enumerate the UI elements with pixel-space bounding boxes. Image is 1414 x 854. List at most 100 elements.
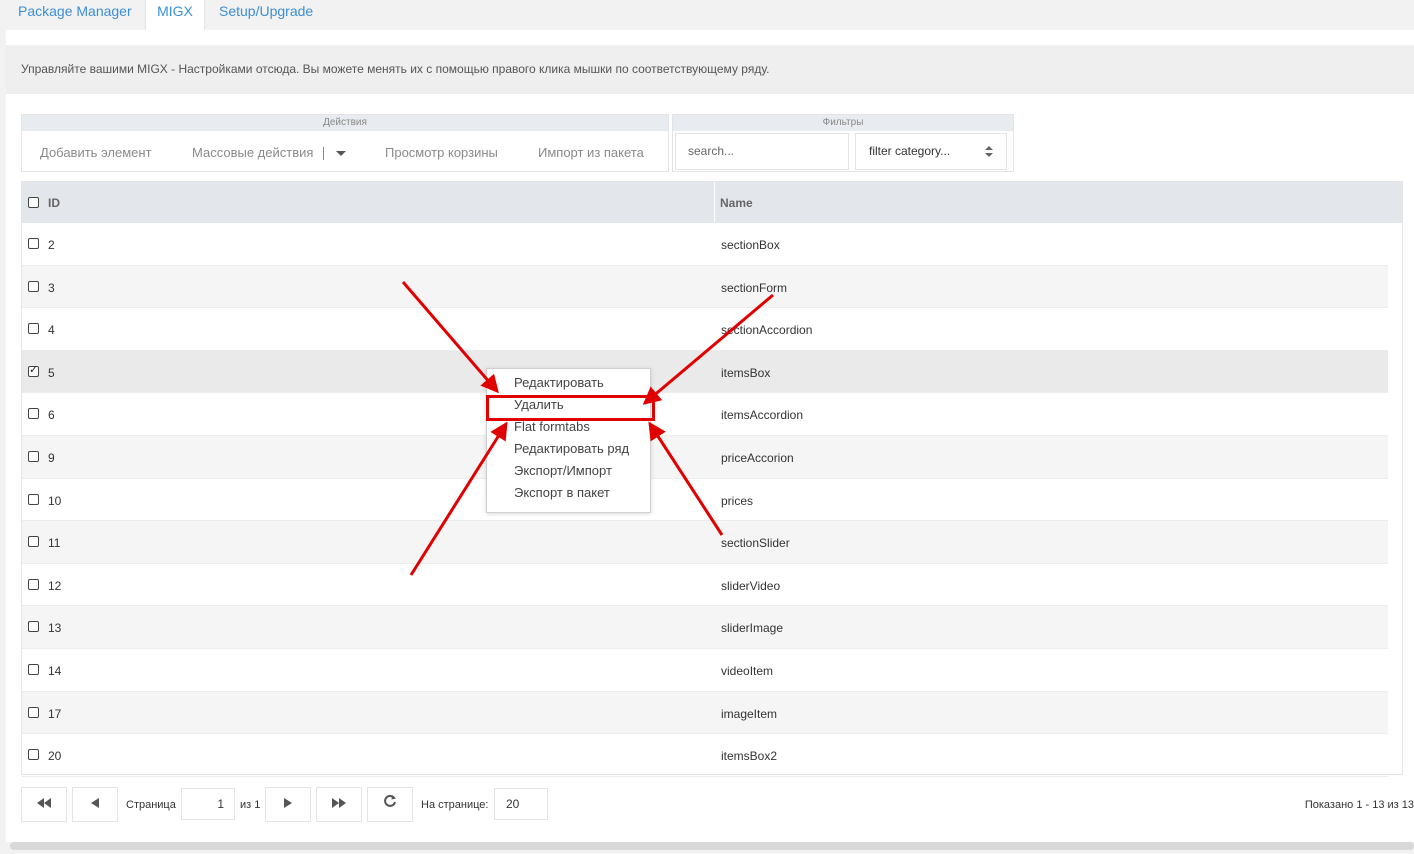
table-row[interactable]: 4 sectionAccordion: [22, 308, 1388, 351]
per-page-label: На странице:: [421, 799, 489, 811]
row-checkbox[interactable]: [28, 663, 39, 675]
cell-id: 4: [48, 323, 55, 338]
last-page-button[interactable]: [316, 787, 362, 822]
tab-bar: Package Manager MIGX Setup/Upgrade: [0, 0, 1414, 31]
last-page-icon: [332, 798, 346, 808]
category-filter-select[interactable]: filter category...: [855, 133, 1007, 170]
cell-id: 3: [48, 280, 55, 295]
cell-name: imageItem: [721, 706, 778, 721]
row-checkbox[interactable]: [28, 536, 39, 548]
page-count-label: из 1: [240, 799, 261, 811]
menu-item-export-package[interactable]: Экспорт в пакет: [487, 484, 650, 506]
select-arrows-icon: [984, 146, 994, 158]
table-row[interactable]: 5 itemsBox: [22, 350, 1388, 394]
row-checkbox[interactable]: [28, 493, 39, 505]
prev-page-icon: [91, 798, 99, 808]
cell-id: 5: [48, 365, 55, 380]
cell-name: itemsAccordion: [721, 408, 804, 423]
chevron-down-icon[interactable]: [336, 151, 347, 157]
cell-name: sectionSlider: [721, 536, 790, 551]
cell-name: sliderImage: [721, 621, 784, 636]
page-horizontal-scrollbar[interactable]: [10, 842, 1414, 850]
row-checkbox[interactable]: [28, 363, 39, 377]
bulk-actions-divider: [323, 147, 325, 161]
refresh-icon: [384, 794, 396, 807]
bulk-actions-button[interactable]: Массовые действия: [192, 145, 347, 161]
cell-name: sectionForm: [721, 280, 788, 295]
column-header-id[interactable]: ID: [48, 196, 60, 210]
next-page-button[interactable]: [265, 787, 311, 822]
menu-item-flat-formtabs[interactable]: Flat formtabs: [487, 418, 650, 440]
table-row[interactable]: 17 imageItem: [22, 691, 1388, 735]
table-row[interactable]: 12 sliderVideo: [22, 564, 1388, 607]
row-checkbox[interactable]: [28, 749, 39, 761]
cell-id: 9: [48, 450, 55, 465]
prev-page-button[interactable]: [72, 787, 118, 822]
menu-item-edit-row[interactable]: Редактировать ряд: [487, 440, 650, 462]
cell-id: 6: [48, 408, 55, 423]
row-context-menu: Редактировать Удалить Flat formtabs Реда…: [486, 368, 651, 513]
menu-item-edit[interactable]: Редактировать: [487, 374, 650, 396]
actions-header: Действия: [22, 115, 668, 131]
column-header-name[interactable]: Name: [720, 196, 753, 210]
cell-id: 11: [48, 536, 61, 551]
select-all-checkbox[interactable]: [28, 197, 39, 208]
table-row[interactable]: 3 sectionForm: [22, 265, 1388, 309]
cell-name: prices: [721, 493, 754, 508]
table-row[interactable]: 6 itemsAccordion: [22, 393, 1388, 436]
filters-group: Фильтры search... filter category...: [672, 114, 1014, 172]
table-row[interactable]: 10 prices: [22, 479, 1388, 522]
next-page-icon: [284, 798, 292, 808]
bulk-actions-label: Массовые действия: [192, 145, 314, 160]
table-row[interactable]: 2 sectionBox: [22, 223, 1388, 266]
page-number-input[interactable]: 1: [181, 788, 235, 820]
tab-package-manager[interactable]: Package Manager: [18, 0, 132, 30]
tab-migx[interactable]: MIGX: [145, 0, 205, 31]
paging-summary: Показано 1 - 13 из 13: [1304, 799, 1414, 811]
per-page-input[interactable]: 20: [494, 788, 548, 820]
menu-item-export-import[interactable]: Экспорт/Импорт: [487, 462, 650, 484]
cell-id: 20: [48, 749, 62, 764]
row-checkbox[interactable]: [28, 408, 39, 420]
cell-name: priceAccorion: [721, 450, 794, 465]
table-row[interactable]: 11 sectionSlider: [22, 521, 1388, 564]
refresh-button[interactable]: [367, 787, 413, 822]
filters-header: Фильтры: [673, 115, 1013, 131]
table-row[interactable]: 20 itemsBox2: [22, 734, 1388, 777]
cell-name: sliderVideo: [721, 578, 781, 593]
table-row[interactable]: 13 sliderImage: [22, 606, 1388, 649]
search-input[interactable]: search...: [675, 133, 849, 170]
cell-name: itemsBox: [721, 365, 771, 380]
row-checkbox[interactable]: [28, 280, 39, 292]
add-element-button[interactable]: Добавить элемент: [40, 145, 152, 160]
cell-name: videoItem: [721, 663, 774, 678]
first-page-icon: [37, 798, 51, 808]
cell-id: 12: [48, 578, 62, 593]
table-row[interactable]: 14 videoItem: [22, 649, 1388, 692]
row-checkbox[interactable]: [28, 621, 39, 633]
view-trash-button[interactable]: Просмотр корзины: [385, 145, 498, 160]
grid-scrollbar[interactable]: [1388, 223, 1402, 774]
cell-id: 2: [48, 238, 55, 252]
cell-name: sectionAccordion: [721, 323, 813, 338]
grid-rows: 2 sectionBox 3 sectionForm 4 sectionAccordion…: [22, 223, 1388, 777]
row-checkbox[interactable]: [28, 323, 39, 335]
row-checkbox[interactable]: [28, 450, 39, 462]
delete-highlight-box: [486, 395, 655, 421]
import-from-package-button[interactable]: Импорт из пакета: [538, 145, 644, 160]
column-divider: [714, 182, 715, 223]
page-label: Страница: [126, 799, 176, 811]
tab-setup-upgrade[interactable]: Setup/Upgrade: [219, 0, 313, 30]
cell-id: 17: [48, 706, 62, 721]
cell-id: 13: [48, 621, 62, 636]
cell-id: 14: [48, 663, 62, 678]
grid-header: ID Name: [22, 182, 1402, 223]
cell-id: 10: [48, 493, 62, 508]
first-page-button[interactable]: [21, 787, 67, 822]
table-row[interactable]: 9 priceAccorion: [22, 435, 1388, 479]
row-checkbox[interactable]: [28, 578, 39, 590]
actions-group: Действия Добавить элемент Массовые дейст…: [21, 114, 669, 172]
items-grid: ID Name 2 sectionBox 3 sectionForm 4 sectionA…: [21, 181, 1403, 777]
row-checkbox[interactable]: [28, 706, 39, 718]
row-checkbox[interactable]: [28, 238, 39, 249]
